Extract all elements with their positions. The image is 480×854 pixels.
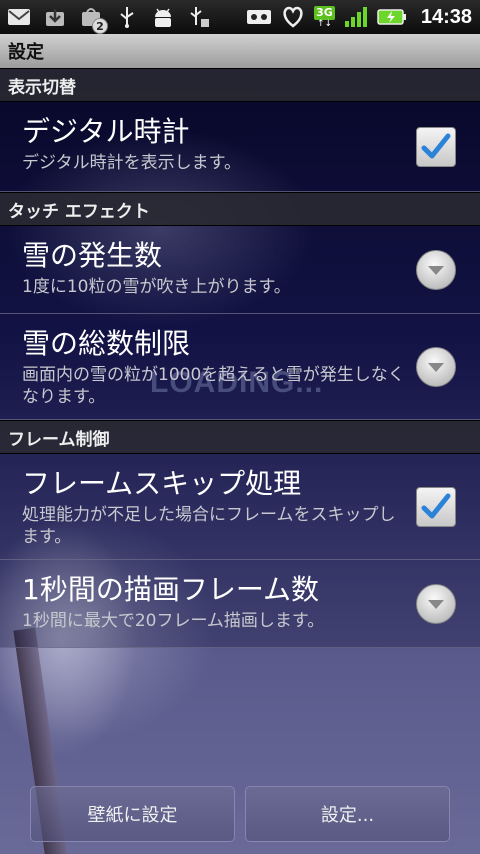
frame-rate-dropdown[interactable]: [416, 583, 456, 624]
pref-snow-count[interactable]: 雪の発生数 1度に10粒の雪が吹き上がります。: [0, 226, 480, 314]
preference-list: 表示切替 デジタル時計 デジタル時計を表示します。 タッチ エフェクト 雪の発生…: [0, 68, 480, 648]
pref-title: デジタル時計: [22, 115, 190, 148]
pref-snow-limit[interactable]: 雪の総数制限 画面内の雪の粒が1000を超えると雪が発生しなくなります。: [0, 314, 480, 420]
pref-frame-rate[interactable]: 1秒間の描画フレーム数 1秒間に最大で20フレーム描画します。: [0, 560, 480, 648]
pref-summary: 処理能力が不足した場合にフレームをスキップします。: [22, 505, 396, 547]
chevron-down-icon: [428, 362, 444, 372]
pref-title: フレームスキップ処理: [22, 467, 302, 500]
pref-summary: 画面内の雪の粒が1000を超えると雪が発生しなくなります。: [22, 365, 405, 407]
clock: 14:38: [420, 5, 472, 28]
chevron-down-icon: [428, 265, 444, 275]
checkmark-icon: [421, 133, 451, 158]
usb-icon: [114, 4, 140, 30]
set-wallpaper-button[interactable]: 壁紙に設定: [30, 786, 235, 842]
page-title: 設定: [8, 42, 44, 63]
checkmark-icon: [421, 493, 451, 518]
pref-summary: 1秒間に最大で20フレーム描画します。: [22, 611, 325, 631]
download-icon: [42, 4, 68, 30]
category-header-frame-control: フレーム制御: [0, 420, 480, 454]
voicemail-icon: [246, 4, 272, 30]
snow-limit-dropdown[interactable]: [416, 346, 456, 387]
category-header-touch-effect: タッチ エフェクト: [0, 192, 480, 226]
bottom-button-bar: 壁紙に設定 設定...: [0, 778, 480, 854]
heart-icon: [280, 4, 306, 30]
signal-icon: [343, 4, 369, 30]
status-bar: 2 3G ↑↓ 14:38: [0, 0, 480, 34]
pref-title: 1秒間の描画フレーム数: [22, 573, 319, 606]
pref-frame-skip[interactable]: フレームスキップ処理 処理能力が不足した場合にフレームをスキップします。: [0, 454, 480, 560]
settings-button[interactable]: 設定...: [245, 786, 450, 842]
category-header-display: 表示切替: [0, 68, 480, 102]
pref-title: 雪の総数制限: [22, 327, 191, 360]
snow-count-dropdown[interactable]: [416, 249, 456, 290]
market-update-icon: 2: [78, 4, 108, 34]
battery-charging-icon: [377, 4, 407, 30]
pref-summary: デジタル時計を表示します。: [22, 153, 241, 173]
usb-storage-icon: [186, 4, 212, 30]
pref-summary: 1度に10粒の雪が吹き上がります。: [22, 277, 291, 297]
digital-clock-checkbox[interactable]: [416, 126, 456, 167]
title-bar: 設定: [0, 34, 480, 68]
chevron-down-icon: [428, 599, 444, 609]
email-icon: [6, 4, 32, 30]
frame-skip-checkbox[interactable]: [416, 486, 456, 527]
android-debug-icon: [150, 4, 176, 30]
pref-title: 雪の発生数: [22, 239, 163, 272]
notification-count-badge: 2: [92, 18, 108, 34]
3g-icon: 3G ↑↓: [314, 5, 335, 29]
pref-digital-clock[interactable]: デジタル時計 デジタル時計を表示します。: [0, 102, 480, 192]
